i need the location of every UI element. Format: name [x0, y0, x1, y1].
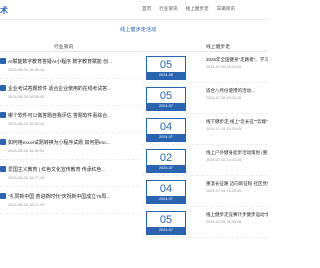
news-item-title[interactable]: 爱国主义教育 | 红色文化宣传教育 传承红色... — [8, 166, 138, 173]
news-item-title[interactable]: 企业考试答题软件 适合企业使用的在线考试答... — [8, 85, 138, 92]
news-item[interactable]: "礼赞新中国 奋进新时代"庆祝新中国成立75周... 2024-08-05 16… — [0, 187, 140, 214]
walk-item-date: 2024-07-05 16:33:45 — [206, 65, 242, 69]
walk-item-date: 2024-07-04 16:33:45 — [206, 127, 242, 131]
walk-item-title[interactable]: 2025年全国健身"走路者"、学习""... — [206, 57, 268, 63]
news-item-date: 2024-08-05 16:36:43 — [8, 94, 45, 99]
article-icon — [0, 85, 6, 91]
date-badge: 02 2024-07 — [146, 149, 186, 173]
news-item-title[interactable]: 如何用excel试题转换为小程序试题 如何把exc... — [8, 139, 138, 146]
news-item-title[interactable]: "礼赞新中国 奋进新时代"庆祝新中国成立75周... — [8, 193, 138, 200]
date-badge: 04 2024-07 — [146, 180, 186, 204]
date-day: 05 — [159, 214, 173, 226]
column-header-label: 行业资讯 — [54, 45, 74, 50]
column-header-label: 线上健步走 — [206, 45, 230, 50]
article-icon — [0, 139, 6, 145]
news-item-date: 2024-08-05 16:27:43 — [8, 175, 45, 180]
date-badge: 05 2024-08 — [146, 56, 186, 80]
online-walk-column: 线上健步走 05 2024-08 2025年全国健身"走路者"、学习""... … — [142, 40, 268, 268]
date-day: 04 — [159, 121, 173, 133]
walk-item-title[interactable]: 适合八月份使用的活动... — [206, 88, 268, 94]
news-item-date: 2024-08-05 16:36:43 — [8, 121, 45, 126]
date-day: 05 — [159, 59, 173, 71]
main-nav: 首页 行业资讯 线上健步走 车辆资讯 — [142, 6, 235, 12]
column-header: 线上健步走 — [142, 40, 268, 52]
walk-item-date: 2024-07-02 16:33:45 — [206, 158, 242, 162]
date-year-month: 2024-07 — [147, 196, 185, 203]
walk-item-title[interactable]: 重温长征路 迈向新征程 社区党委开展健步... — [206, 181, 268, 187]
walk-item-date: 2024-07-05 16:33:45 — [206, 220, 242, 224]
article-icon — [0, 112, 6, 118]
column-header: 行业资讯 — [0, 40, 140, 52]
walk-item[interactable]: 04 2024-07 重温长征路 迈向新征程 社区党委开展健步... 2024-… — [142, 176, 268, 207]
nav-item-vehicle-news[interactable]: 车辆资讯 — [217, 6, 235, 12]
walk-item[interactable]: 05 2024-07 适合八月份使用的活动... 2024-07-05 16:3… — [142, 83, 268, 114]
news-item-date: 2024-08-05 16:27:43 — [8, 202, 45, 207]
date-year-month: 2024-07 — [147, 103, 185, 110]
article-icon — [0, 193, 6, 199]
date-year-month: 2024-07 — [147, 165, 185, 172]
walk-item[interactable]: 04 2024-07 线下健步走 线上"云长征""云端"重走长征... 2024… — [142, 114, 268, 145]
date-badge: 05 2024-07 — [146, 211, 186, 235]
article-icon — [0, 58, 6, 64]
news-item-title[interactable]: 哪个软件可以做答题自我评估 答题软件看综合... — [8, 112, 138, 119]
article-icon — [0, 166, 6, 172]
industry-news-column: 行业资讯 AI赋能数字教育答疑AI小程序 数字教育赋能 创... 2024-08… — [0, 40, 140, 268]
news-item[interactable]: AI赋能数字教育答疑AI小程序 数字教育赋能 创... 2024-08-05 1… — [0, 52, 140, 79]
walk-item-title[interactable]: 线上户外健身徒步活动策划 (重走红军长征... — [206, 150, 268, 156]
nav-item-home[interactable]: 首页 — [142, 6, 151, 12]
walk-item[interactable]: 05 2024-07 线上健步走竞赛计步健步运动"健康赢家... 2024-07… — [142, 207, 268, 238]
nav-item-industry-news[interactable]: 行业资讯 — [159, 6, 177, 12]
walk-item[interactable]: 05 2024-08 2025年全国健身"走路者"、学习""... 2024-0… — [142, 52, 268, 83]
date-day: 05 — [159, 90, 173, 102]
page-banner: 线上健步走活动 — [0, 22, 268, 36]
walk-item-title[interactable]: 线下健步走 线上"云长征""云端"重走长征... — [206, 119, 268, 125]
top-bar: 术 首页 行业资讯 线上健步走 车辆资讯 — [0, 0, 268, 20]
date-year-month: 2024-08 — [147, 72, 185, 79]
news-item-date: 2024-08-05 16:36:43 — [8, 67, 45, 72]
walk-item-date: 2024-07-05 16:33:45 — [206, 96, 242, 100]
walk-item-date: 2024-07-04 16:33:45 — [206, 189, 242, 193]
news-item-title[interactable]: AI赋能数字教育答疑AI小程序 数字教育赋能 创... — [8, 58, 138, 65]
nav-item-online-walk[interactable]: 线上健步走 — [186, 6, 209, 12]
date-badge: 05 2024-07 — [146, 87, 186, 111]
news-item[interactable]: 企业考试答题软件 适合企业使用的在线考试答... 2024-08-05 16:3… — [0, 79, 140, 106]
site-logo[interactable]: 术 — [0, 5, 8, 16]
walk-item[interactable]: 02 2024-07 线上户外健身徒步活动策划 (重走红军长征... 2024-… — [142, 145, 268, 176]
banner-title: 线上健步走活动 — [120, 27, 157, 33]
date-badge: 04 2024-07 — [146, 118, 186, 142]
news-item-date: 2024-08-05 16:35:51 — [8, 148, 45, 153]
date-year-month: 2024-07 — [147, 134, 185, 141]
news-item[interactable]: 如何用excel试题转换为小程序试题 如何把exc... 2024-08-05 … — [0, 133, 140, 160]
date-day: 04 — [159, 183, 173, 195]
date-day: 02 — [159, 152, 173, 164]
date-year-month: 2024-07 — [147, 227, 185, 234]
news-item[interactable]: 哪个软件可以做答题自我评估 答题软件看综合... 2024-08-05 16:3… — [0, 106, 140, 133]
walk-item-title[interactable]: 线上健步走竞赛计步健步运动"健康赢家... — [206, 212, 268, 218]
news-item[interactable]: 爱国主义教育 | 红色文化宣传教育 传承红色... 2024-08-05 16:… — [0, 160, 140, 187]
